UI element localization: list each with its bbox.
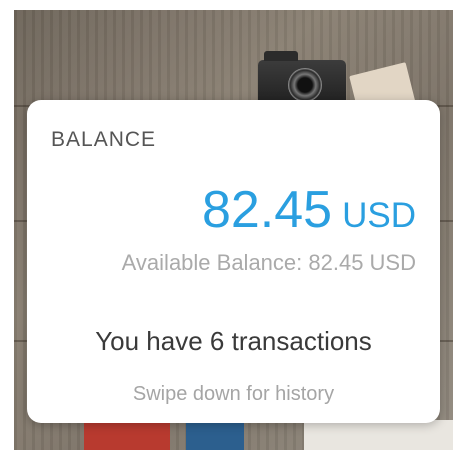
swipe-history-hint: Swipe down for history <box>132 383 335 405</box>
balance-heading: BALANCE <box>51 128 157 151</box>
transactions-count-text: You have 6 transactions <box>95 326 372 356</box>
white-paper-image <box>304 420 453 450</box>
balance-amount-value: 82.45 <box>201 181 333 239</box>
balance-card[interactable]: BALANCE 82.45 USD Available Balance: 82.4… <box>27 100 440 423</box>
available-balance-text: Available Balance: 82.45 USD <box>121 250 416 275</box>
balance-amount: 82.45 USD <box>202 180 416 240</box>
balance-currency: USD <box>342 196 416 235</box>
